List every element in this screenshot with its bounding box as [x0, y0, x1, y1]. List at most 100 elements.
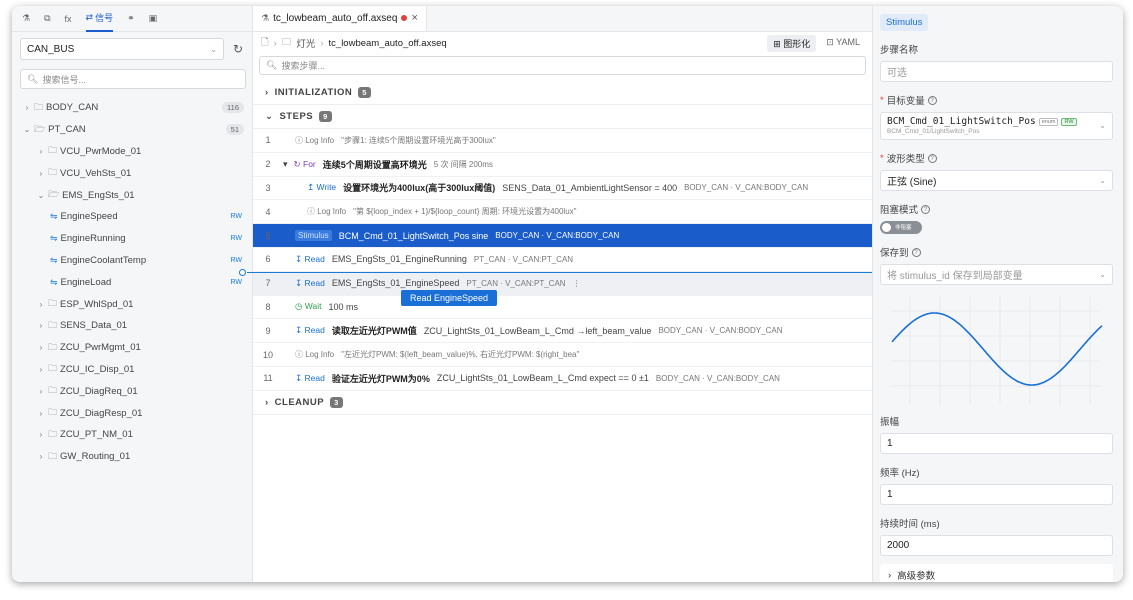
chevron-right-icon[interactable]: ›	[36, 430, 46, 439]
file-tab[interactable]: ⚗ tc_lowbeam_auto_off.axseq ×	[253, 6, 427, 31]
tree-folder-item[interactable]: › 🗀︎ SENS_Data_01	[12, 315, 252, 337]
step-number: 4	[265, 206, 271, 217]
step-part: BCM_Cmd_01_LightSwitch_Pos sine	[338, 230, 489, 241]
step-part: Stimulus	[295, 230, 332, 242]
signal-item[interactable]: ⇋ EngineLoad RW	[12, 271, 252, 293]
tree-folder-item[interactable]: › 🗀︎ BODY_CAN 116	[12, 97, 252, 119]
step-row[interactable]: 11 ↧ Read 验证左近光灯PWM为0% ZCU_LightSts_01_LowB…	[253, 367, 872, 391]
signal-icon: ⇋	[50, 233, 58, 244]
chevron-right-icon[interactable]: ›	[36, 321, 46, 330]
chevron-right-icon[interactable]: ›	[36, 147, 46, 156]
tree-item-label: EngineLoad	[60, 276, 112, 288]
step-row[interactable]: 3 ↥ Write 设置环境光为400lux(高于300lux阈值) SENS_Dat…	[253, 177, 872, 201]
tree-folder-item[interactable]: › 🗀︎ ESP_WhlSpd_01	[12, 293, 252, 315]
target-variable-select[interactable]: BCM_Cmd_01_LightSwitch_Pos enum RW BCM_C…	[880, 112, 1113, 140]
bus-select[interactable]: CAN_BUS ⌄	[20, 38, 224, 60]
chevron-right-icon[interactable]: ›	[36, 169, 46, 178]
folder-icon: 🗀︎	[48, 450, 58, 461]
left-tab-share[interactable]: ⚭	[127, 6, 135, 32]
refresh-icon[interactable]: ↻	[230, 42, 246, 56]
signal-search-placeholder: 搜索信号...	[42, 74, 86, 85]
left-tab-signal[interactable]: ⇄ 信号	[85, 6, 114, 32]
step-row[interactable]: 5 Stimulus BCM_Cmd_01_LightSwitch_Pos sine…	[253, 224, 872, 248]
tree-folder-item[interactable]: › 🗀︎ ZCU_PT_NM_01	[12, 424, 252, 446]
frequency-label: 频率 (Hz)	[880, 468, 920, 479]
tree-folder-item[interactable]: › 🗀︎ ZCU_PwrMgmt_01	[12, 337, 252, 359]
step-row[interactable]: 8 ◷ Wait 100 ms	[253, 296, 872, 320]
close-icon[interactable]: ×	[411, 12, 417, 24]
duration-input[interactable]: 2000	[880, 535, 1113, 556]
section-cleanup[interactable]: › CLEANUP 3	[253, 391, 872, 415]
step-row[interactable]: 10 ⓘ Log Info "左近光灯PWM: $(left_beam_value)…	[253, 343, 872, 367]
block-mode-label: 阻塞模式?	[880, 203, 1113, 216]
view-graph-button[interactable]: ⊞ 图形化	[767, 35, 817, 52]
steps-list: 1 ⓘ Log Info "步骤1: 连续5个周期设置环境光高于300lux" 2 ▾ ↻…	[239, 129, 872, 391]
step-row[interactable]: 6 ↧ Read EMS_EngSts_01_EngineRunning PT_CAN…	[253, 248, 872, 272]
signal-item[interactable]: ⇋ EngineCoolantTemp RW	[12, 250, 252, 272]
block-mode-toggle[interactable]: 非阻塞	[880, 221, 922, 234]
chevron-right-icon[interactable]: ›	[22, 103, 32, 112]
tree-folder-item[interactable]: › 🗀︎ GW_Routing_01	[12, 446, 252, 468]
signal-item[interactable]: ⇋ EngineSpeed RW	[12, 206, 252, 228]
chevron-right-icon[interactable]: ›	[36, 387, 46, 396]
step-row[interactable]: 4 ⓘ Log Info "第 ${loop_index + 1}/${loop_c…	[253, 200, 872, 225]
target-variable-path: BCM_Cmd_01/LightSwitch_Pos	[887, 128, 980, 135]
step-part: BODY_CAN · V_CAN:BODY_CAN	[495, 231, 620, 241]
section-initialization[interactable]: › INITIALIZATION 5	[253, 81, 872, 105]
left-tab-function[interactable]: fx	[65, 6, 72, 32]
tree-folder-item[interactable]: › 🗀︎ ZCU_DiagResp_01	[12, 402, 252, 424]
amplitude-input[interactable]: 1	[880, 433, 1113, 454]
chevron-right-icon: ›	[265, 87, 269, 98]
tree-folder-item[interactable]: › 🗀︎ ZCU_DiagReq_01	[12, 380, 252, 402]
chevron-down-icon: ⌄	[1099, 121, 1106, 130]
advanced-params-toggle[interactable]: › 高级参数	[880, 564, 1113, 582]
step-row[interactable]: 2 ▾ ↻ For 连续5个周期设置高环境光 5 次 间隔 200ms	[253, 153, 872, 177]
view-yaml-button[interactable]: ⊡ YAML	[820, 35, 866, 52]
chevron-down-icon[interactable]: ⌄	[22, 125, 32, 134]
step-row[interactable]: 9 ↧ Read 读取左近光灯PWM值 ZCU_LightSts_01_LowBeam…	[253, 319, 872, 344]
tree-folder-item[interactable]: ⌄ 🗁︎ PT_CAN 51	[12, 119, 252, 141]
step-part: ⓘ Log Info	[307, 207, 347, 217]
step-part: BODY_CAN · V_CAN:BODY_CAN	[655, 373, 780, 383]
step-search-input[interactable]: 🔍︎ 搜索步骤...	[259, 56, 866, 75]
step-row[interactable]: 1 ⓘ Log Info "步骤1: 连续5个周期设置环境光高于300lux"	[253, 129, 872, 153]
chevron-right-icon[interactable]: ›	[36, 300, 46, 309]
wave-type-label: * 波形类型?	[880, 152, 1113, 165]
breadcrumb-folder[interactable]: 灯光	[296, 36, 315, 50]
chevron-down-icon[interactable]: ⌄	[36, 191, 46, 200]
unsaved-dot-icon	[401, 15, 408, 21]
sequence-editor: ⚗ tc_lowbeam_auto_off.axseq × 🗋︎ › 🗀︎ 灯光…	[239, 6, 873, 582]
collapse-icon[interactable]: ▾	[283, 159, 288, 170]
breadcrumb-file[interactable]: tc_lowbeam_auto_off.axseq	[329, 38, 447, 49]
tree-folder-item[interactable]: ⌄ 🗁︎ EMS_EngSts_01	[12, 184, 252, 206]
signal-search-input[interactable]: 🔍︎ 搜索信号...	[20, 69, 246, 89]
frequency-input[interactable]: 1	[880, 484, 1113, 505]
step-part: ↧ Read	[295, 277, 325, 288]
step-part: "第 ${loop_index + 1}/${loop_count} 周期: 环…	[353, 207, 577, 217]
left-tab-image[interactable]: ▣	[149, 6, 158, 32]
left-tab-flask[interactable]: ⚗	[22, 6, 30, 32]
chevron-right-icon[interactable]: ›	[36, 409, 46, 418]
tree-folder-item[interactable]: › 🗀︎ VCU_VehSts_01	[12, 162, 252, 184]
step-part: 设置环境光为400lux(高于300lux阈值)	[343, 183, 496, 194]
access-badge: RW	[230, 278, 242, 286]
wave-type-select[interactable]: 正弦 (Sine) ⌄	[880, 170, 1113, 191]
tree-folder-item[interactable]: › 🗀︎ ZCU_IC_Disp_01	[12, 359, 252, 381]
chevron-right-icon[interactable]: ›	[36, 343, 46, 352]
step-name-input[interactable]: 可选	[880, 61, 1113, 82]
signal-panel: ⚗ ⧉ fx ⇄ 信号 ⚭ ▣ CAN_BUS ⌄ ↻ 🔍︎ 搜索信号... › 🗀︎ BODY…	[12, 6, 253, 582]
save-to-select[interactable]: 将 stimulus_id 保存到局部变量 ⌄	[880, 264, 1113, 285]
tree-folder-item[interactable]: › 🗀︎ VCU_PwrMode_01	[12, 141, 252, 163]
access-badge: RW	[230, 256, 242, 264]
section-steps[interactable]: ⌄ STEPS 9	[253, 105, 872, 129]
left-tab-copy[interactable]: ⧉	[44, 6, 50, 32]
tree-item-label: GW_Routing_01	[60, 451, 131, 463]
signal-item[interactable]: ⇋ EngineRunning RW	[12, 228, 252, 250]
step-part: ↧ Read	[295, 372, 325, 383]
chevron-right-icon[interactable]: ›	[36, 365, 46, 374]
step-row[interactable]: 7 ↧ Read EMS_EngSts_01_EngineSpeed PT_CAN ·…	[253, 271, 872, 296]
step-part: ⓘ Log Info	[295, 350, 335, 360]
step-type-header: Stimulus	[880, 14, 929, 31]
signal-icon: ⇋	[50, 254, 58, 265]
chevron-right-icon[interactable]: ›	[36, 452, 46, 461]
